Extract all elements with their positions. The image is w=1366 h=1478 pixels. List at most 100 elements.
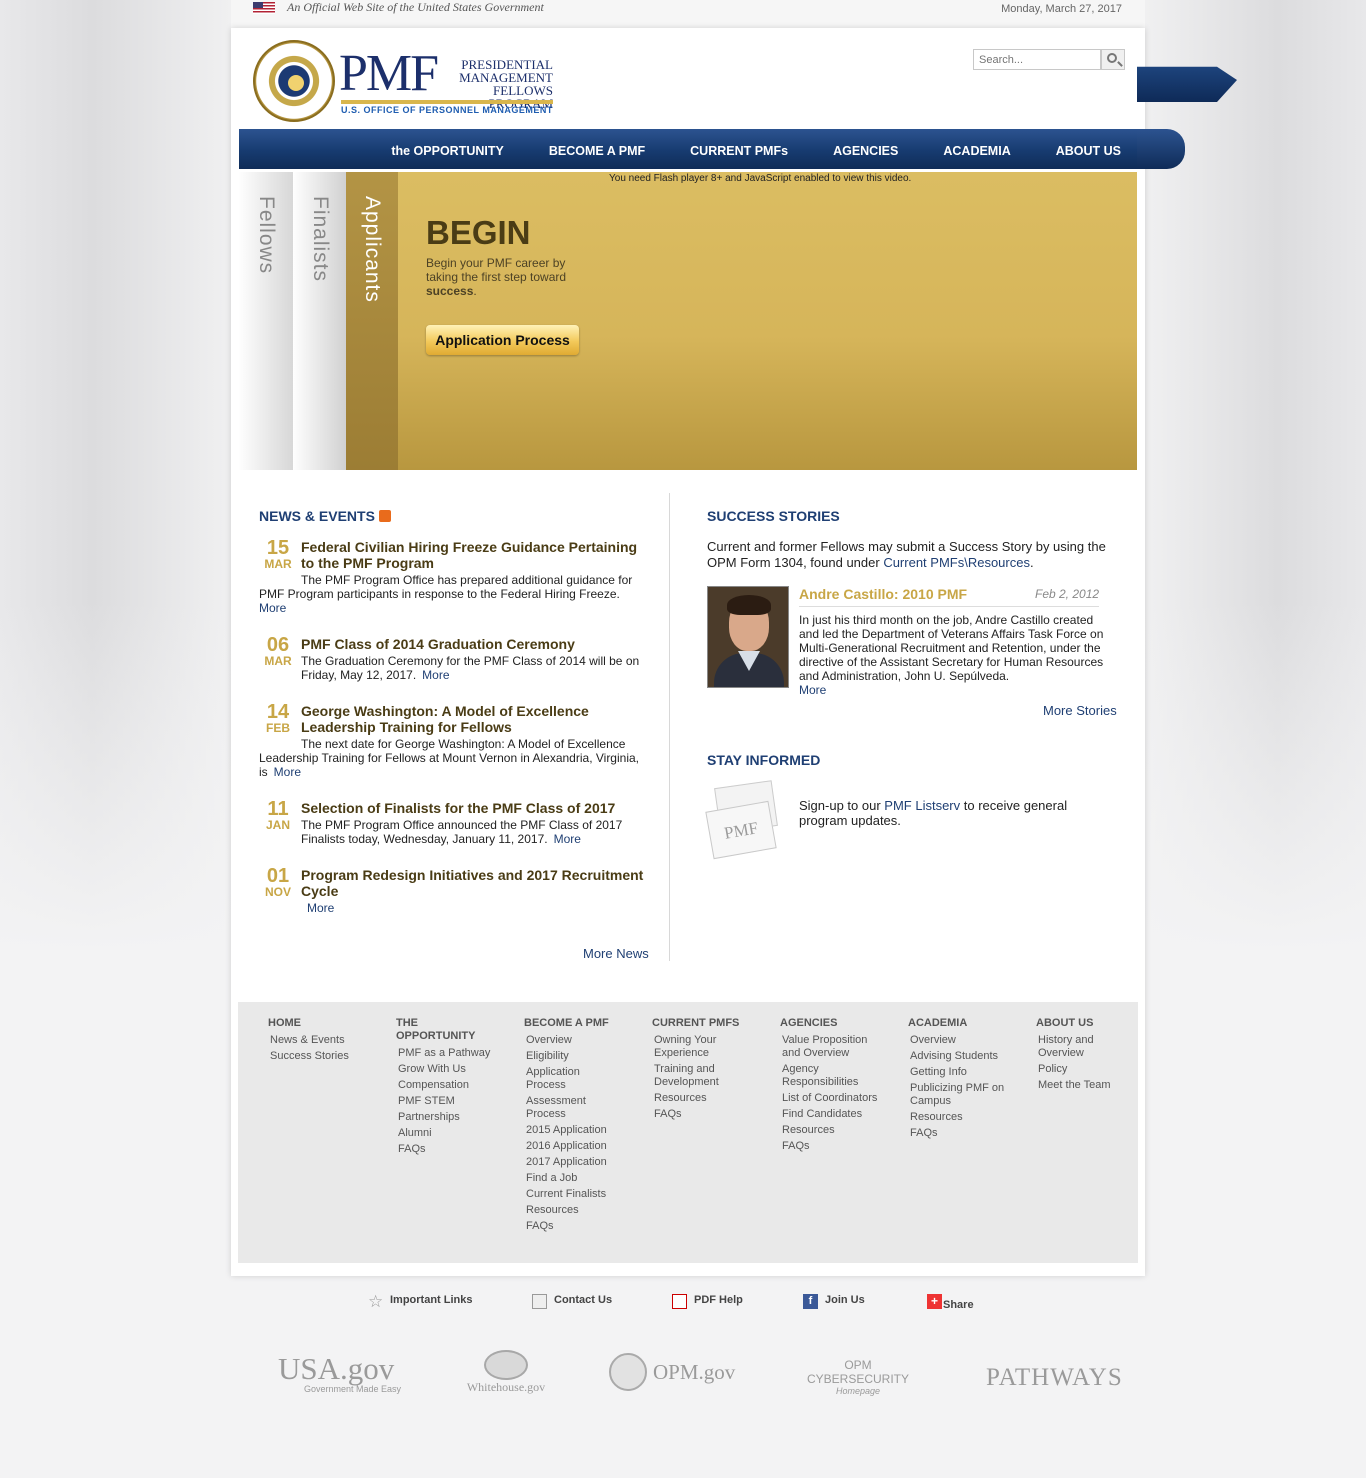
story-date: Feb 2, 2012 [1035, 587, 1100, 601]
sitemap-link[interactable]: Assessment Process [526, 1095, 619, 1121]
news-date: 01 NOV [259, 866, 297, 899]
nav-item-current-pmfs[interactable]: CURRENT PMFs [690, 129, 788, 169]
nav-item-opportunity[interactable]: the OPPORTUNITY [391, 129, 504, 169]
sitemap-link[interactable]: Training and Development [654, 1063, 752, 1089]
sitemap-link[interactable]: Find a Job [526, 1172, 619, 1185]
pdf-icon[interactable] [672, 1294, 687, 1309]
sitemap-link[interactable]: Overview [526, 1034, 619, 1047]
sitemap-link[interactable]: Grow With Us [398, 1063, 496, 1076]
sitemap-link[interactable]: PMF as a Pathway [398, 1047, 496, 1060]
hero-tab-finalists[interactable]: Finalists [293, 172, 347, 470]
sitemap-link[interactable]: Meet the Team [1038, 1079, 1126, 1092]
hero-text: Begin your PMF career by taking the firs… [426, 256, 586, 298]
sitemap-link[interactable]: Compensation [398, 1079, 496, 1092]
contact-us-link[interactable]: Contact Us [554, 1294, 612, 1306]
news-more-link[interactable]: More [259, 601, 286, 615]
hero-tab-applicants[interactable]: Applicants [346, 172, 398, 470]
sitemap-link[interactable]: News & Events [270, 1034, 383, 1047]
news-more-link[interactable]: More [307, 901, 334, 915]
sitemap-link[interactable]: History and Overview [1038, 1034, 1126, 1060]
news-more-link[interactable]: More [554, 832, 581, 846]
search-button[interactable] [1101, 49, 1125, 70]
sitemap-heading[interactable]: BECOME A PMF [524, 1017, 619, 1030]
share-icon[interactable]: + [927, 1294, 942, 1309]
sitemap-heading[interactable]: ACADEMIA [908, 1017, 1013, 1030]
share-link[interactable]: Share [943, 1299, 974, 1311]
mail-icon[interactable] [532, 1294, 547, 1309]
sitemap-link[interactable]: FAQs [526, 1220, 619, 1233]
nav-item-about-us[interactable]: ABOUT US [1056, 129, 1121, 169]
sitemap-link[interactable]: 2017 Application [526, 1156, 619, 1169]
facebook-icon[interactable]: f [803, 1294, 818, 1309]
sitemap-link[interactable]: FAQs [398, 1143, 496, 1156]
sitemap-link[interactable]: FAQs [654, 1108, 752, 1121]
news-item-title[interactable]: George Washington: A Model of Excellence… [301, 703, 649, 735]
sitemap-link[interactable]: Success Stories [270, 1050, 383, 1063]
sitemap-heading[interactable]: AGENCIES [780, 1017, 885, 1030]
more-news-link[interactable]: More News [583, 946, 649, 961]
sitemap-link[interactable]: Getting Info [910, 1066, 1013, 1079]
cybersecurity-text: OPM CYBERSECURITY [806, 1358, 910, 1386]
eagle-icon [288, 75, 304, 91]
news-item-title[interactable]: Program Redesign Initiatives and 2017 Re… [301, 867, 649, 899]
envelope-icon[interactable]: PMF [705, 780, 779, 862]
nav-item-become-a-pmf[interactable]: BECOME A PMF [549, 129, 645, 169]
sitemap-link[interactable]: Alumni [398, 1127, 496, 1140]
sitemap-heading[interactable]: ABOUT US [1036, 1017, 1126, 1030]
pathways-logo[interactable]: PATHWAYS [986, 1364, 1123, 1392]
whitehouse-logo[interactable]: Whitehouse.gov [466, 1350, 546, 1395]
sitemap-heading[interactable]: HOME [268, 1017, 383, 1030]
news-item-title[interactable]: Selection of Finalists for the PMF Class… [301, 800, 649, 816]
sitemap-heading[interactable]: CURRENT PMFS [652, 1017, 752, 1030]
sitemap-link[interactable]: Current Finalists [526, 1188, 619, 1201]
sitemap-link[interactable]: Application Process [526, 1066, 619, 1092]
utility-links: ☆ Important Links Contact Us PDF Help f … [0, 1290, 1366, 1314]
presidential-seal-icon[interactable] [253, 40, 335, 122]
hero-tab-fellows[interactable]: Fellows [239, 172, 293, 470]
more-stories-link[interactable]: More Stories [1043, 703, 1117, 718]
sitemap-link[interactable]: 2016 Application [526, 1140, 619, 1153]
rss-icon[interactable] [378, 510, 391, 522]
usa-gov-logo[interactable]: USA.gov Government Made Easy [278, 1353, 401, 1394]
nav-item-academia[interactable]: ACADEMIA [943, 129, 1010, 169]
story-photo[interactable] [707, 586, 789, 688]
sitemap-link[interactable]: Publicizing PMF on Campus [910, 1082, 1013, 1108]
sitemap-link[interactable]: Advising Students [910, 1050, 1013, 1063]
search-input[interactable] [973, 49, 1101, 70]
sitemap-link[interactable]: Partnerships [398, 1111, 496, 1124]
important-links[interactable]: Important Links [390, 1294, 473, 1306]
nav-item-agencies[interactable]: AGENCIES [833, 129, 898, 169]
application-process-button[interactable]: Application Process [426, 325, 579, 355]
pmf-listserv-link[interactable]: PMF Listserv [884, 798, 960, 813]
current-pmfs-resources-link[interactable]: Current PMFs\Resources [883, 555, 1030, 570]
sitemap-heading[interactable]: THE OPPORTUNITY [396, 1017, 496, 1043]
sitemap-link[interactable]: FAQs [782, 1140, 885, 1153]
sitemap-link[interactable]: Resources [910, 1111, 1013, 1124]
story-more-link[interactable]: More [799, 683, 826, 697]
story-body: In just his third month on the job, Andr… [799, 613, 1104, 683]
sitemap-link[interactable]: Find Candidates [782, 1108, 885, 1121]
sitemap-link[interactable]: PMF STEM [398, 1095, 496, 1108]
sitemap-link[interactable]: List of Coordinators [782, 1092, 885, 1105]
sitemap-link[interactable]: FAQs [910, 1127, 1013, 1140]
story-title[interactable]: Andre Castillo: 2010 PMF [799, 586, 967, 602]
sitemap-link[interactable]: Resources [654, 1092, 752, 1105]
news-more-link[interactable]: More [274, 765, 301, 779]
news-item-title[interactable]: Federal Civilian Hiring Freeze Guidance … [301, 539, 649, 571]
news-more-link[interactable]: More [422, 668, 449, 682]
sitemap-link[interactable]: Policy [1038, 1063, 1126, 1076]
pdf-help-link[interactable]: PDF Help [694, 1294, 743, 1306]
sitemap-link[interactable]: Owning Your Experience [654, 1034, 752, 1060]
news-item-title[interactable]: PMF Class of 2014 Graduation Ceremony [301, 636, 649, 652]
sitemap-link[interactable]: Agency Responsibilities [782, 1063, 885, 1089]
sitemap-link[interactable]: Resources [526, 1204, 619, 1217]
logo-pmf[interactable]: PMF [339, 48, 439, 100]
cybersecurity-logo[interactable]: OPM CYBERSECURITY Homepage [800, 1358, 916, 1396]
sitemap-link[interactable]: Overview [910, 1034, 1013, 1047]
star-icon[interactable]: ☆ [368, 1293, 383, 1310]
join-us-link[interactable]: Join Us [825, 1294, 865, 1306]
sitemap-link[interactable]: Resources [782, 1124, 885, 1137]
sitemap-link[interactable]: Value Proposition and Overview [782, 1034, 885, 1060]
sitemap-link[interactable]: Eligibility [526, 1050, 619, 1063]
sitemap-link[interactable]: 2015 Application [526, 1124, 619, 1137]
